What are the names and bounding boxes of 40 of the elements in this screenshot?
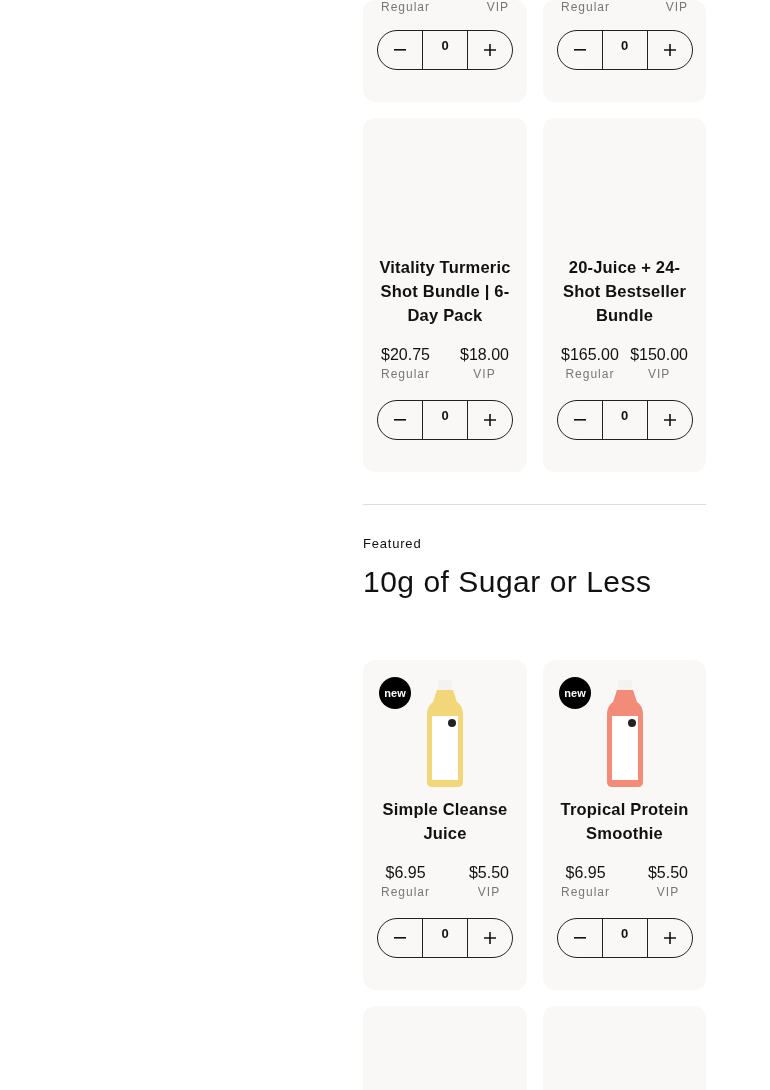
section-eyebrow: Featured <box>363 536 423 552</box>
vip-price-label: VIP <box>665 0 688 14</box>
product-title[interactable]: Vitality Turmeric Shot Bundle | 6-Day Pack <box>363 255 527 327</box>
product-title[interactable]: Tropical Protein Smoothie <box>543 797 706 845</box>
vip-price: $5.50 <box>468 863 509 883</box>
product-title[interactable]: Simple Cleanse Juice <box>363 797 527 845</box>
minus-icon <box>573 49 586 51</box>
vip-price-label: VIP <box>473 367 496 381</box>
new-badge: new <box>379 677 411 709</box>
minus-icon <box>394 937 406 939</box>
regular-price-label: Regular <box>381 367 431 381</box>
plus-icon <box>663 932 676 944</box>
plus-icon <box>663 414 676 426</box>
regular-price-label: Regular <box>561 885 611 899</box>
plus-icon <box>484 414 496 426</box>
vip-price-label: VIP <box>647 367 671 381</box>
minus-icon <box>573 937 586 939</box>
regular-price-label: Regular <box>565 367 615 381</box>
minus-icon <box>394 49 406 51</box>
product-title[interactable]: 20-Juice + 24-Shot Bestseller Bundle <box>543 255 706 327</box>
minus-icon <box>394 419 406 421</box>
vip-price: $150.00 <box>630 345 688 365</box>
regular-price-label: Regular <box>381 885 431 899</box>
regular-price: $20.75 <box>381 345 430 365</box>
section-heading: 10g of Sugar or Less <box>363 564 653 600</box>
vip-price-label: VIP <box>656 885 680 899</box>
regular-price: $165.00 <box>561 345 619 365</box>
plus-icon <box>663 44 676 56</box>
regular-price-label: Regular <box>561 0 611 14</box>
regular-price: $6.95 <box>385 863 426 883</box>
vip-price-label: VIP <box>486 0 509 14</box>
plus-icon <box>484 932 496 944</box>
regular-price: $6.95 <box>565 863 606 883</box>
vip-price-label: VIP <box>477 885 501 899</box>
plus-icon <box>484 44 496 56</box>
vip-price: $18.00 <box>460 345 509 365</box>
vip-price: $5.50 <box>647 863 688 883</box>
minus-icon <box>573 419 586 421</box>
regular-price-label: Regular <box>381 0 431 14</box>
new-badge: new <box>559 677 591 709</box>
